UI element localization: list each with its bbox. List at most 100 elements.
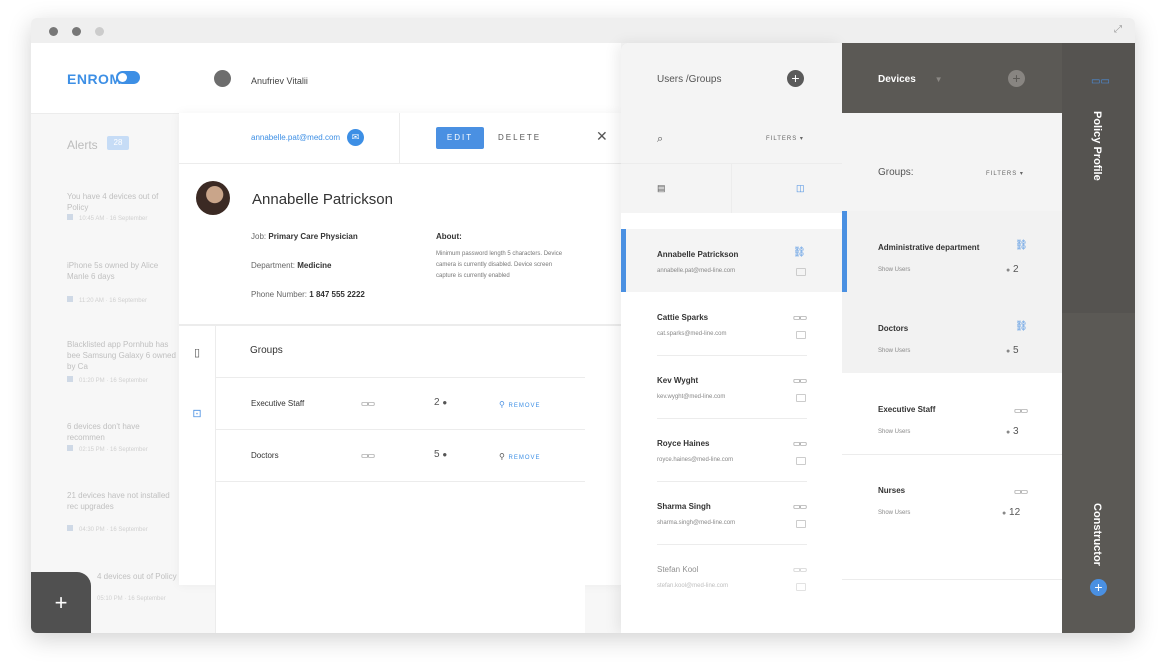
flag-icon (67, 445, 73, 451)
group-card-name: Nurses (878, 486, 906, 495)
add-floating-button[interactable]: + (31, 572, 91, 633)
phone-field: Phone Number: 1 847 555 2222 (251, 290, 365, 299)
chevron-down-icon: ▼ (934, 75, 943, 84)
users-filters-button[interactable]: FILTERS ▾ (766, 135, 804, 142)
selected-indicator (621, 229, 626, 292)
devices-panel-title[interactable]: Devices ▼ (878, 74, 943, 85)
app-logo[interactable]: ENROM (67, 71, 122, 87)
group-member-count: 2 ● (434, 397, 448, 408)
device-group-card-selected[interactable]: Administrative department Show Users ⛓ ●… (842, 211, 1062, 373)
add-device-button[interactable]: + (1008, 70, 1025, 87)
device-group-card[interactable]: Executive Staff Show Users ▭▭ ● 3 (842, 373, 1062, 454)
users-groups-panel: Users /Groups + ⌕ FILTERS ▾ ▤ ◫ Annabell… (621, 43, 842, 633)
logo-toggle-icon (116, 71, 140, 84)
flag-icon (67, 376, 73, 382)
user-groups-section (215, 323, 585, 633)
department-field: Department: Medicine (251, 261, 332, 270)
user-item-name: Cattie Sparks (657, 313, 709, 322)
group-card-name: Executive Staff (878, 405, 936, 414)
alert-item-text[interactable]: 21 devices have not installed rec upgrad… (67, 490, 179, 512)
link-chain-icon[interactable]: ▭▭ (1091, 76, 1110, 87)
device-group-icon[interactable]: ▭▭ (793, 439, 807, 448)
remove-group-button[interactable]: ⚲ REMOVE (499, 452, 541, 461)
device-group-icon[interactable]: ▭▭ (1014, 406, 1028, 415)
alert-item-text[interactable]: You have 4 devices out of Policy (67, 191, 179, 213)
person-icon: ● (442, 450, 448, 459)
user-email-link[interactable]: annabelle.pat@med.com (251, 133, 340, 142)
link-icon[interactable]: ⛓ (793, 247, 806, 258)
device-group-icon[interactable]: ▭▭ (793, 565, 807, 574)
user-list-item[interactable]: Stefan Kool stefan.kool@med-line.com ▭▭ (621, 544, 842, 607)
list-view-icon[interactable]: ▤ (657, 183, 666, 194)
user-list-item[interactable]: Sharma Singh sharma.singh@med-line.com ▭… (621, 481, 842, 544)
user-item-email: sharma.singh@med-line.com (657, 520, 736, 526)
user-avatar-icon[interactable] (214, 70, 231, 87)
user-list-item[interactable]: Royce Haines royce.haines@med-line.com ▭… (621, 418, 842, 481)
image-icon (796, 268, 806, 276)
mail-icon[interactable]: ✉ (347, 129, 364, 146)
alert-item-text[interactable]: iPhone 5s owned by Alice Manle 6 days (67, 260, 179, 282)
user-item-name: Kev Wyght (657, 376, 699, 385)
devices-panel-header: Devices ▼ + (842, 43, 1062, 113)
groups-title: Groups (250, 345, 283, 356)
person-icon: ● (1006, 429, 1011, 436)
device-group-card[interactable]: Nurses Show Users ▭▭ ● 12 (842, 454, 1062, 535)
alerts-title: Alerts (67, 138, 98, 152)
users-panel-header: Users /Groups + (621, 43, 842, 113)
device-group-icon[interactable]: ▭▭ (793, 376, 807, 385)
divider (179, 163, 621, 164)
show-users-link[interactable]: Show Users (878, 348, 910, 354)
window-close-dot[interactable] (49, 27, 58, 36)
flag-icon (67, 214, 73, 220)
add-constructor-button[interactable]: + (1090, 579, 1107, 596)
group-user-count: ● 5 (1006, 345, 1019, 356)
devices-toolbar (842, 113, 1062, 211)
show-users-link[interactable]: Show Users (878, 510, 910, 516)
link-icon[interactable]: ⛓ (1015, 321, 1028, 332)
phone-device-icon[interactable]: ▯ (190, 346, 204, 360)
user-item-name: Sharma Singh (657, 502, 711, 511)
user-list-item[interactable]: Kev Wyght kev.wyght@med-line.com ▭▭ (621, 355, 842, 418)
window-zoom-dot[interactable] (95, 27, 104, 36)
alert-item-text[interactable]: 4 devices out of Policy (97, 571, 179, 582)
devices-filters-button[interactable]: FILTERS ▾ (986, 170, 1024, 177)
group-row-name: Executive Staff (251, 399, 305, 408)
search-icon[interactable]: ⌕ (657, 133, 663, 146)
folder-user-icon[interactable]: ⊡ (190, 407, 204, 421)
person-icon: ● (1006, 348, 1011, 355)
policy-profile-tab[interactable]: Policy Profile (1091, 111, 1103, 181)
job-field: Job: Primary Care Physician (251, 232, 358, 241)
close-icon[interactable]: ✕ (596, 128, 608, 145)
person-icon: ● (1002, 510, 1007, 517)
person-icon: ● (442, 398, 448, 407)
alert-item-meta: 01:20 PM · 16 September (67, 376, 148, 384)
device-group-icon[interactable]: ▭▭ (1014, 487, 1028, 496)
user-list-item[interactable]: Cattie Sparks cat.sparks@med-line.com ▭▭ (621, 292, 842, 355)
fullscreen-icon[interactable]: ⤢ (1114, 24, 1122, 35)
add-user-button[interactable]: + (787, 70, 804, 87)
window-minimize-dot[interactable] (72, 27, 81, 36)
show-users-link[interactable]: Show Users (878, 267, 910, 273)
image-icon (796, 394, 806, 402)
device-group-icon[interactable]: ▭▭ (793, 502, 807, 511)
user-item-email: stefan.kool@med-line.com (657, 583, 729, 589)
image-icon (796, 520, 806, 528)
about-text: Minimum password length 5 characters. De… (436, 251, 563, 279)
alert-item-text[interactable]: Blacklisted app Pornhub has bee Samsung … (67, 339, 179, 372)
link-icon[interactable]: ⛓ (1015, 240, 1028, 251)
remove-group-button[interactable]: ⚲ REMOVE (499, 400, 541, 409)
delete-button[interactable]: DELETE (498, 127, 541, 149)
device-group-icon[interactable]: ▭▭ (793, 313, 807, 322)
person-icon: ● (1006, 267, 1011, 274)
divider (215, 481, 585, 482)
grid-view-icon[interactable]: ◫ (796, 183, 805, 194)
edit-button[interactable]: EDIT (436, 127, 484, 149)
show-users-link[interactable]: Show Users (878, 429, 910, 435)
device-group-card-selected[interactable]: Doctors Show Users ⛓ ● 5 (842, 292, 1062, 373)
alert-item-meta: 02:15 PM · 16 September (67, 445, 148, 453)
user-list-item-selected[interactable]: Annabelle Patrickson annabelle.pat@med-l… (621, 229, 842, 292)
current-user-name[interactable]: Anufriev Vitalii (251, 76, 308, 86)
group-card-name: Administrative department (878, 243, 980, 252)
constructor-tab[interactable]: Constructor (1091, 503, 1103, 566)
alert-item-text[interactable]: 6 devices don't have recommen (67, 421, 179, 443)
